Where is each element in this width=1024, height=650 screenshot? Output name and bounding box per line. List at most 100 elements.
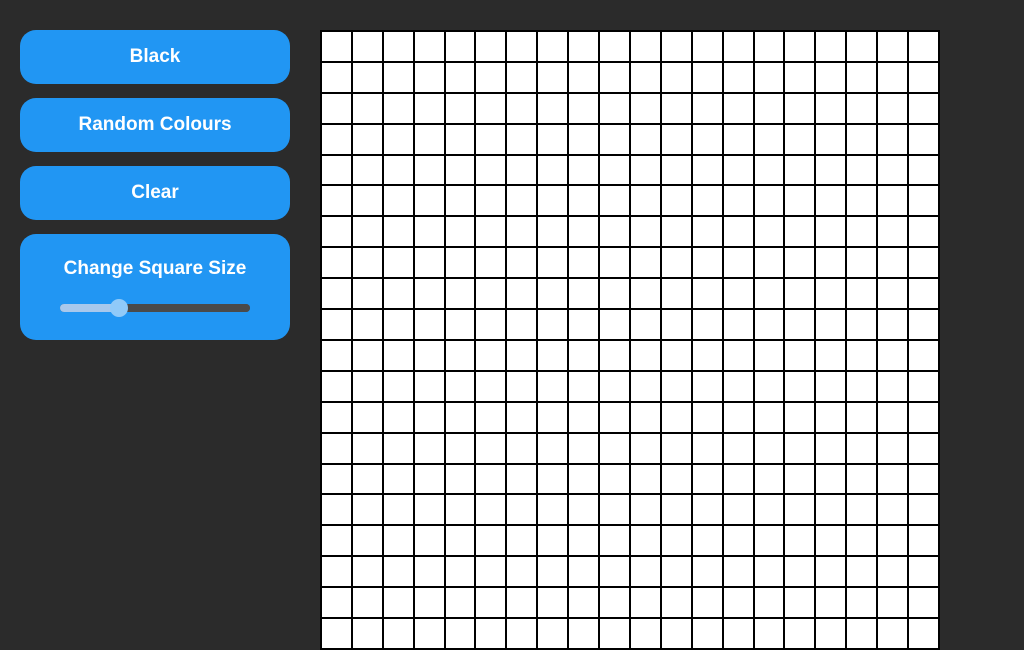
- grid-cell[interactable]: [692, 31, 723, 62]
- grid-cell[interactable]: [877, 247, 908, 278]
- grid-cell[interactable]: [692, 155, 723, 186]
- grid-cell[interactable]: [568, 247, 599, 278]
- grid-cell[interactable]: [537, 93, 568, 124]
- grid-cell[interactable]: [414, 494, 445, 525]
- grid-cell[interactable]: [630, 185, 661, 216]
- grid-cell[interactable]: [784, 494, 815, 525]
- grid-cell[interactable]: [630, 247, 661, 278]
- grid-cell[interactable]: [352, 525, 383, 556]
- grid-cell[interactable]: [846, 494, 877, 525]
- grid-cell[interactable]: [352, 124, 383, 155]
- grid-cell[interactable]: [568, 371, 599, 402]
- grid-cell[interactable]: [352, 31, 383, 62]
- grid-cell[interactable]: [506, 93, 537, 124]
- grid-cell[interactable]: [445, 278, 476, 309]
- grid-cell[interactable]: [506, 309, 537, 340]
- grid-cell[interactable]: [784, 216, 815, 247]
- grid-cell[interactable]: [599, 278, 630, 309]
- grid-cell[interactable]: [568, 494, 599, 525]
- grid-cell[interactable]: [537, 371, 568, 402]
- grid-cell[interactable]: [352, 402, 383, 433]
- grid-cell[interactable]: [352, 309, 383, 340]
- grid-cell[interactable]: [815, 278, 846, 309]
- grid-cell[interactable]: [475, 525, 506, 556]
- grid-cell[interactable]: [383, 216, 414, 247]
- grid-cell[interactable]: [661, 216, 692, 247]
- grid-cell[interactable]: [321, 556, 352, 587]
- grid-cell[interactable]: [908, 402, 939, 433]
- grid-cell[interactable]: [568, 31, 599, 62]
- grid-cell[interactable]: [506, 155, 537, 186]
- grid-cell[interactable]: [661, 185, 692, 216]
- grid-cell[interactable]: [383, 556, 414, 587]
- grid-cell[interactable]: [445, 340, 476, 371]
- grid-cell[interactable]: [692, 185, 723, 216]
- grid-cell[interactable]: [877, 525, 908, 556]
- grid-cell[interactable]: [506, 371, 537, 402]
- grid-cell[interactable]: [599, 371, 630, 402]
- grid-cell[interactable]: [321, 402, 352, 433]
- grid-cell[interactable]: [754, 185, 785, 216]
- grid-cell[interactable]: [692, 278, 723, 309]
- grid-cell[interactable]: [784, 124, 815, 155]
- grid-cell[interactable]: [475, 587, 506, 618]
- grid-cell[interactable]: [815, 556, 846, 587]
- grid-cell[interactable]: [321, 309, 352, 340]
- grid-cell[interactable]: [630, 216, 661, 247]
- grid-cell[interactable]: [599, 340, 630, 371]
- grid-cell[interactable]: [877, 464, 908, 495]
- grid-cell[interactable]: [784, 340, 815, 371]
- grid-cell[interactable]: [537, 62, 568, 93]
- grid-cell[interactable]: [846, 93, 877, 124]
- grid-cell[interactable]: [352, 278, 383, 309]
- grid-cell[interactable]: [661, 525, 692, 556]
- grid-cell[interactable]: [846, 309, 877, 340]
- grid-cell[interactable]: [445, 556, 476, 587]
- grid-cell[interactable]: [568, 185, 599, 216]
- grid-cell[interactable]: [846, 618, 877, 649]
- grid-cell[interactable]: [506, 216, 537, 247]
- grid-cell[interactable]: [352, 371, 383, 402]
- grid-cell[interactable]: [475, 618, 506, 649]
- grid-cell[interactable]: [537, 587, 568, 618]
- grid-cell[interactable]: [445, 525, 476, 556]
- grid-cell[interactable]: [414, 185, 445, 216]
- grid-cell[interactable]: [846, 464, 877, 495]
- grid-cell[interactable]: [877, 494, 908, 525]
- grid-cell[interactable]: [475, 31, 506, 62]
- grid-cell[interactable]: [321, 618, 352, 649]
- grid-cell[interactable]: [630, 618, 661, 649]
- grid-cell[interactable]: [784, 278, 815, 309]
- grid-cell[interactable]: [877, 278, 908, 309]
- grid-cell[interactable]: [846, 402, 877, 433]
- grid-cell[interactable]: [846, 62, 877, 93]
- grid-cell[interactable]: [568, 155, 599, 186]
- grid-cell[interactable]: [784, 618, 815, 649]
- grid-cell[interactable]: [599, 402, 630, 433]
- grid-cell[interactable]: [754, 371, 785, 402]
- grid-cell[interactable]: [815, 402, 846, 433]
- grid-cell[interactable]: [630, 278, 661, 309]
- grid-cell[interactable]: [414, 309, 445, 340]
- grid-cell[interactable]: [877, 309, 908, 340]
- grid-cell[interactable]: [414, 124, 445, 155]
- grid-cell[interactable]: [568, 618, 599, 649]
- grid-cell[interactable]: [754, 556, 785, 587]
- grid-cell[interactable]: [599, 31, 630, 62]
- grid-cell[interactable]: [630, 340, 661, 371]
- grid-cell[interactable]: [723, 247, 754, 278]
- grid-cell[interactable]: [754, 124, 785, 155]
- grid-cell[interactable]: [352, 62, 383, 93]
- grid-cell[interactable]: [908, 93, 939, 124]
- grid-cell[interactable]: [321, 494, 352, 525]
- grid-cell[interactable]: [383, 525, 414, 556]
- grid-cell[interactable]: [661, 433, 692, 464]
- grid-cell[interactable]: [414, 31, 445, 62]
- grid-cell[interactable]: [599, 464, 630, 495]
- grid-cell[interactable]: [877, 31, 908, 62]
- grid-cell[interactable]: [754, 525, 785, 556]
- grid-cell[interactable]: [568, 278, 599, 309]
- grid-cell[interactable]: [784, 247, 815, 278]
- grid-cell[interactable]: [784, 587, 815, 618]
- grid-cell[interactable]: [506, 124, 537, 155]
